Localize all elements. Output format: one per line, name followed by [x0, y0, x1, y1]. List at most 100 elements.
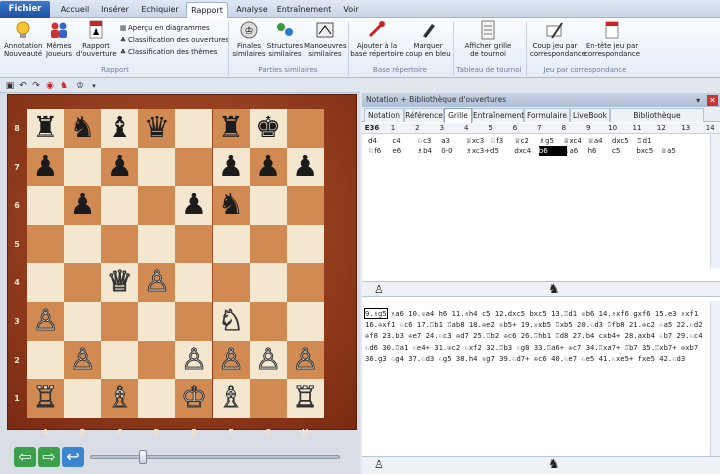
- square-a5[interactable]: [27, 224, 65, 264]
- grid-scrollbar[interactable]: [710, 134, 720, 268]
- piece-f8[interactable]: ♜: [213, 109, 250, 148]
- tab-file[interactable]: Fichier: [0, 1, 50, 18]
- square-b1[interactable]: [64, 379, 102, 418]
- square-a4[interactable]: [27, 263, 65, 302]
- square-d1[interactable]: [138, 379, 176, 418]
- piece-f3[interactable]: ♘: [213, 302, 250, 341]
- piece-b8[interactable]: ♞: [64, 109, 101, 148]
- pawn-icon[interactable]: ♙: [374, 457, 384, 472]
- square-e7[interactable]: [175, 147, 213, 187]
- tab-grid[interactable]: Grille: [444, 108, 472, 123]
- prev-move-icon[interactable]: ⇦: [14, 447, 36, 467]
- knight-icon[interactable]: ♞: [548, 457, 560, 472]
- current-move[interactable]: 9.♗g5: [364, 308, 388, 319]
- square-h3[interactable]: [286, 302, 324, 341]
- notation-text[interactable]: 9.♗g5 ♗a6 10.♕a4 h6 11.♗h4 c5 12.dxc5 bx…: [362, 308, 708, 456]
- show-tournament-grid-button[interactable]: Afficher grille de tournoi: [460, 20, 516, 58]
- square-e3[interactable]: [175, 302, 213, 341]
- square-e5[interactable]: [175, 224, 213, 264]
- close-icon[interactable]: ✕: [707, 95, 718, 106]
- piece-d4[interactable]: ♙: [138, 263, 175, 302]
- tab-insert[interactable]: Insérer: [96, 2, 134, 18]
- square-c2[interactable]: [101, 340, 139, 380]
- king-icon[interactable]: ♔: [74, 80, 86, 92]
- square-c5[interactable]: [101, 224, 139, 264]
- opening-classification-button[interactable]: ♣ Classification des ouvertures: [118, 34, 229, 46]
- diagram-preview-button[interactable]: ▦ Aperçu en diagrammes: [118, 22, 210, 34]
- piece-d8[interactable]: ♛: [138, 109, 175, 148]
- notation-scrollbar[interactable]: [710, 301, 720, 461]
- grid-cell[interactable]: ♖d1: [636, 136, 664, 146]
- piece-b6[interactable]: ♟: [64, 186, 101, 225]
- piece-f2[interactable]: ♙: [213, 341, 250, 380]
- square-b7[interactable]: [64, 147, 102, 187]
- square-b3[interactable]: [64, 302, 102, 341]
- tab-opening-library[interactable]: Bibliothèque d'ouvertures: [610, 108, 704, 133]
- piece-e2[interactable]: ♙: [175, 341, 212, 380]
- piece-g2[interactable]: ♙: [250, 341, 287, 380]
- square-g1[interactable]: [249, 379, 287, 418]
- dropdown-icon[interactable]: ▾: [88, 80, 100, 92]
- correspondence-header-button[interactable]: En-tête jeu par correspondance: [584, 20, 640, 58]
- piece-h7[interactable]: ♟: [287, 148, 324, 187]
- next-move-icon[interactable]: ⇨: [38, 447, 60, 467]
- notation-line[interactable]: ♘d6 30.♖a1 ♘e4+ 31.♔c2 ♘xf2 32.♖b3 ♘g8 3…: [365, 342, 705, 353]
- square-f4[interactable]: [212, 263, 250, 302]
- piece-f6[interactable]: ♞: [213, 186, 250, 225]
- same-players-button[interactable]: Mêmes Joueurs: [44, 20, 74, 58]
- piece-b2[interactable]: ♙: [64, 341, 101, 380]
- add-repertoire-button[interactable]: Ajouter à la base répertoire: [350, 20, 404, 58]
- theme-classification-button[interactable]: ♣ Classification des thèmes: [118, 46, 218, 58]
- notation-line[interactable]: 16.♔xf1 ♘c6 17.♖b1 ♖ab8 18.♔e2 ♕b5+ 19.♕…: [365, 319, 705, 330]
- square-c3[interactable]: [101, 302, 139, 341]
- piece-c8[interactable]: ♝: [101, 109, 138, 148]
- piece-a8[interactable]: ♜: [27, 109, 64, 148]
- piece-g7[interactable]: ♟: [250, 148, 287, 187]
- square-e4[interactable]: [175, 263, 213, 302]
- square-d7[interactable]: [138, 147, 176, 187]
- square-h8[interactable]: [286, 109, 324, 148]
- square-g4[interactable]: [249, 263, 287, 302]
- grid-cell[interactable]: ♕a5: [661, 146, 689, 156]
- square-f5[interactable]: [212, 224, 250, 264]
- piece-c1[interactable]: ♗: [101, 379, 138, 418]
- square-g5[interactable]: [249, 224, 287, 264]
- square-a6[interactable]: [27, 186, 65, 225]
- similar-maneuvers-button[interactable]: Manoeuvres similaires: [304, 20, 347, 58]
- tab-form[interactable]: Formulaire: [524, 108, 570, 122]
- similar-endings-button[interactable]: ♔ Finales similaires: [232, 20, 266, 58]
- square-a2[interactable]: [27, 340, 65, 380]
- opening-report-button[interactable]: ♟ Rapport d'ouverture: [76, 20, 117, 58]
- engine-icon[interactable]: ◉: [44, 80, 56, 92]
- redo-icon[interactable]: ↷: [30, 80, 42, 92]
- tab-report[interactable]: Rapport: [186, 2, 228, 18]
- notation-line[interactable]: 36.g3 ♘g4 37.♘d3 ♘g5 38.h4 ♕g7 39.♘d7+ ♔…: [365, 353, 705, 364]
- piece-a1[interactable]: ♖: [27, 379, 64, 418]
- piece-a7[interactable]: ♟: [27, 148, 64, 187]
- piece-f7[interactable]: ♟: [213, 148, 250, 187]
- tab-analysis[interactable]: Analyse: [233, 2, 271, 18]
- piece-c4[interactable]: ♕: [101, 263, 138, 302]
- annotation-new-button[interactable]: Annotation Nouveauté: [4, 20, 42, 58]
- notation-line[interactable]: ♔f8 23.b3 ♔e7 24.♘c3 ♔d7 25.♖b2 ♔c6 26.♖…: [365, 330, 705, 341]
- square-g3[interactable]: [249, 302, 287, 341]
- square-h6[interactable]: [286, 186, 324, 225]
- tab-livebook[interactable]: LiveBook: [570, 108, 610, 122]
- mark-blue-button[interactable]: Marquer coup en bleu: [405, 20, 451, 58]
- piece-h2[interactable]: ♙: [287, 341, 324, 380]
- square-b4[interactable]: [64, 263, 102, 302]
- square-b5[interactable]: [64, 224, 102, 264]
- piece-f1[interactable]: ♗: [213, 379, 250, 418]
- tab-training[interactable]: Entraînement: [276, 2, 332, 18]
- square-h4[interactable]: [286, 263, 324, 302]
- notation-line[interactable]: 9.♗g5 ♗a6 10.♕a4 h6 11.♗h4 c5 12.dxc5 bx…: [364, 308, 705, 319]
- piece-e1[interactable]: ♔: [175, 379, 212, 418]
- square-d2[interactable]: [138, 340, 176, 380]
- undo-icon[interactable]: ↶: [17, 80, 29, 92]
- knight-icon[interactable]: ♞: [548, 282, 560, 297]
- move-slider[interactable]: [90, 450, 340, 464]
- pawn-icon[interactable]: ♙: [374, 282, 384, 297]
- piece-c7[interactable]: ♟: [101, 148, 138, 187]
- square-e8[interactable]: [175, 109, 213, 148]
- save-icon[interactable]: ▣: [4, 80, 16, 92]
